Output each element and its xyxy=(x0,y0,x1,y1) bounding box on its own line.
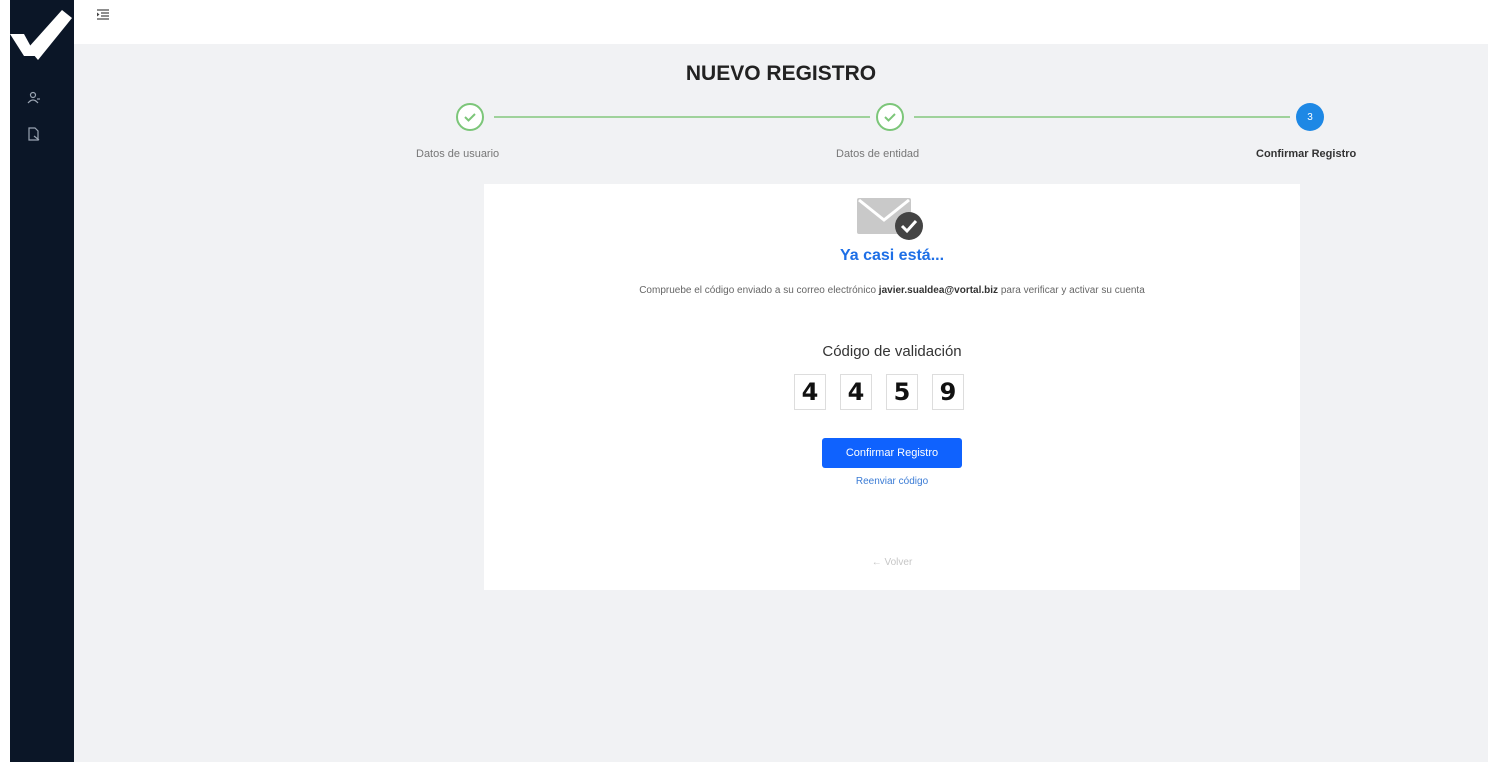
menu-toggle-icon[interactable] xyxy=(96,8,110,22)
document-icon[interactable] xyxy=(26,126,42,142)
message-text-end: para verificar y activar su cuenta xyxy=(998,285,1145,296)
step-3-indicator: 3 xyxy=(1296,103,1324,131)
back-link-text[interactable]: ← Volver xyxy=(872,557,913,568)
resend-code-link: Reenviar código xyxy=(484,476,1300,487)
sidebar xyxy=(10,0,74,762)
code-digit-1[interactable]: 4 xyxy=(794,374,826,410)
card-title: Ya casi está... xyxy=(839,247,945,264)
step-1-label: Datos de usuario xyxy=(416,148,500,160)
verification-message: Compruebe el código enviado a su correo … xyxy=(634,281,1150,300)
check-icon xyxy=(464,113,476,122)
stepper-line-2 xyxy=(914,116,1290,118)
resend-code-link-text[interactable]: Reenviar código xyxy=(856,476,928,487)
step-3-label: Confirmar Registro xyxy=(1256,148,1357,160)
main-content: NUEVO REGISTRO 3 Datos de usuario Datos … xyxy=(74,44,1488,762)
back-link: ← Volver xyxy=(484,557,1300,568)
confirmation-card: Ya casi está... Compruebe el código envi… xyxy=(484,184,1300,590)
page-title: NUEVO REGISTRO xyxy=(685,62,877,85)
stepper-line-1 xyxy=(494,116,870,118)
code-input-group: 4 4 5 9 xyxy=(794,374,964,410)
mail-check-icon xyxy=(857,198,923,240)
code-digit-3[interactable]: 5 xyxy=(886,374,918,410)
message-text-start: Compruebe el código enviado a su correo … xyxy=(639,285,879,296)
step-1-indicator xyxy=(456,103,484,131)
step-2-label: Datos de entidad xyxy=(836,148,920,160)
step-2-indicator xyxy=(876,103,904,131)
confirm-registration-button[interactable]: Confirmar Registro xyxy=(822,438,962,468)
vortal-logo[interactable] xyxy=(10,4,74,64)
check-icon xyxy=(884,113,896,122)
user-icon[interactable] xyxy=(26,90,42,106)
code-digit-2[interactable]: 4 xyxy=(840,374,872,410)
top-bar xyxy=(74,0,1488,44)
email-address: javier.sualdea@vortal.biz xyxy=(878,285,999,296)
code-digit-4[interactable]: 9 xyxy=(932,374,964,410)
code-label: Código de validación xyxy=(822,343,962,360)
